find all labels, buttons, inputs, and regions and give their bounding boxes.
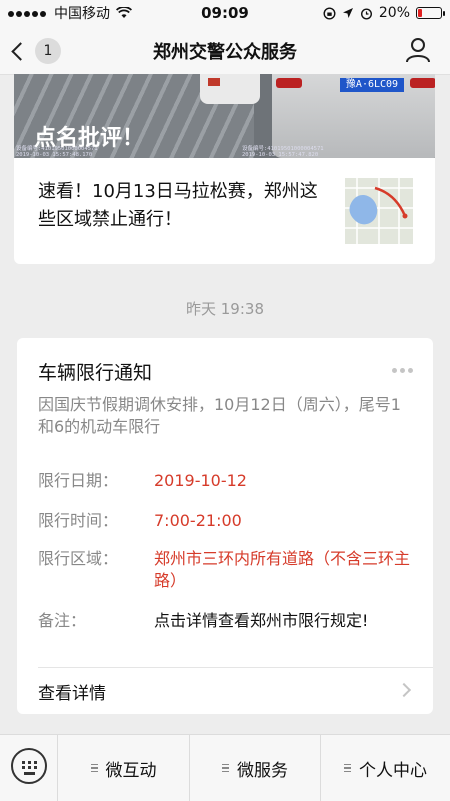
battery-percent: 20% [378, 5, 410, 21]
row-value: 点击详情查看郑州市限行规定! [154, 611, 369, 630]
menu-item-label: 个人中心 [359, 760, 427, 781]
row-label: 限行日期： [38, 471, 119, 490]
row-label: 限行时间： [38, 511, 119, 530]
menu-lines-icon [222, 763, 229, 773]
article-card[interactable]: 豫A·6LC09 设备编号:41019501000004571 2019-10-0… [14, 74, 435, 264]
menu-lines-icon [90, 763, 98, 773]
article-headline[interactable]: 速看！10月13日马拉松赛，郑州这些区域禁止通行！ [38, 178, 318, 234]
page-title: 郑州交警公众服务 [153, 42, 297, 63]
more-options-icon[interactable] [392, 368, 413, 373]
camera-stamp-right: 设备编号:41019501000004571 2019-10-03 15:57:4… [242, 146, 324, 158]
menu-item-personal-center[interactable]: 个人中心 [320, 735, 450, 801]
status-bar: 中国移动 09:09 20% [0, 0, 450, 26]
battery-level [418, 9, 422, 17]
row-value: 郑州市三环内所有道路（不含三环主路） [154, 549, 411, 590]
view-details-link[interactable]: 查看详情 [17, 668, 433, 714]
menu-item-label: 微互动 [105, 760, 157, 781]
bottom-menu: 微互动 微服务 个人中心 [0, 734, 450, 801]
menu-lines-icon [344, 763, 351, 773]
chevron-right-icon [396, 682, 412, 698]
notice-title: 车辆限行通知 [38, 362, 153, 384]
row-label: 备注： [38, 611, 87, 630]
license-plate: 豫A·6LC09 [340, 78, 404, 92]
row-value: 7:00-21:00 [154, 511, 242, 530]
keyboard-icon [11, 748, 47, 784]
view-details-label: 查看详情 [38, 684, 106, 704]
battery-icon [416, 7, 445, 19]
row-value: 2019-10-12 [154, 471, 247, 490]
notice-description: 因国庆节假期调休安排，10月12日（周六），尾号1和6的机动车限行 [38, 395, 401, 436]
rotation-lock-icon [323, 6, 336, 20]
location-icon [342, 8, 353, 18]
article-cover-image: 豫A·6LC09 设备编号:41019501000004571 2019-10-0… [14, 74, 435, 158]
menu-item-interaction[interactable]: 微互动 [58, 735, 189, 801]
menu-item-services[interactable]: 微服务 [189, 735, 320, 801]
car-left-photo [200, 74, 260, 104]
row-label: 限行区域： [38, 549, 119, 568]
cover-caption: 点名批评！ [34, 126, 145, 151]
map-thumbnail [345, 178, 413, 244]
keyboard-toggle-button[interactable] [0, 735, 58, 801]
menu-item-label: 微服务 [237, 760, 288, 781]
message-timestamp: 昨天 19:38 [186, 300, 264, 318]
notice-card[interactable]: 车辆限行通知 因国庆节假期调休安排，10月12日（周六），尾号1和6的机动车限行… [17, 338, 433, 714]
status-right: 20% [323, 5, 445, 21]
alarm-icon [360, 7, 372, 20]
nav-bar: 1 郑州交警公众服务 [0, 26, 450, 75]
user-icon[interactable] [404, 36, 432, 64]
